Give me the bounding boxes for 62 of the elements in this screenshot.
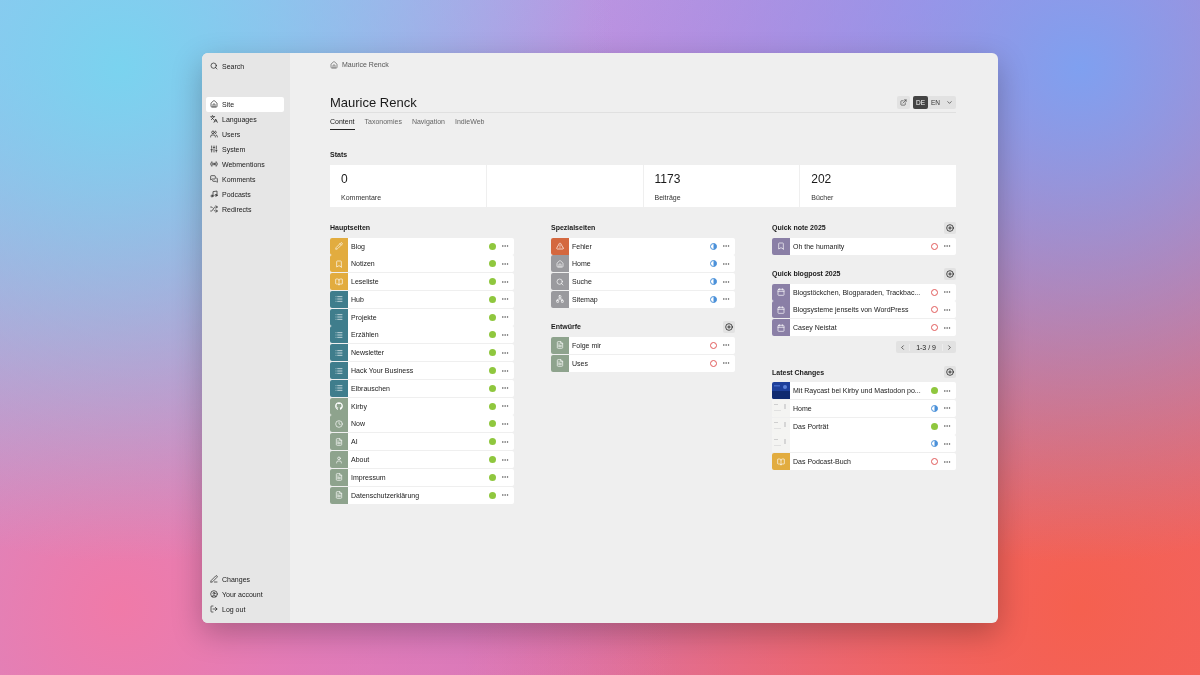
calendar-icon [777, 323, 785, 332]
book-icon [335, 277, 343, 286]
pen-icon [210, 575, 218, 583]
shuffle-icon [210, 205, 218, 213]
list-icon [335, 313, 343, 322]
plus-icon [946, 223, 954, 232]
book-icon [777, 457, 785, 466]
languages-icon [210, 115, 218, 123]
stat-value: 202 [811, 172, 833, 185]
bookmark-icon [335, 259, 343, 268]
list-icon [335, 384, 343, 393]
home-icon [210, 100, 218, 108]
ellipsis-icon [501, 331, 509, 339]
page-icon [335, 473, 343, 482]
add-button[interactable] [944, 366, 956, 379]
sliders-icon [210, 145, 218, 153]
search-icon [556, 277, 564, 286]
users-icon [210, 130, 218, 138]
search-icon [210, 62, 218, 70]
stat-value: 1173 [654, 172, 682, 185]
ellipsis-icon [501, 242, 509, 250]
add-button[interactable] [723, 320, 735, 333]
page-heading: Maurice Renck [330, 94, 417, 110]
list-icon [335, 348, 343, 357]
pencil-icon [335, 242, 343, 250]
ellipsis-icon [943, 440, 951, 448]
broadcast-icon [210, 160, 218, 168]
home-icon [556, 259, 564, 268]
list-icon [335, 295, 343, 304]
ellipsis-icon [722, 242, 730, 250]
add-button[interactable] [944, 267, 956, 280]
external-link-icon [899, 98, 907, 106]
list-icon [335, 366, 343, 375]
github-icon [335, 402, 343, 411]
music-note-icon [210, 190, 218, 198]
calendar-icon [777, 305, 785, 314]
page-icon [556, 359, 564, 368]
account-icon [210, 590, 218, 598]
plus-icon [946, 269, 954, 278]
clock-icon [335, 419, 343, 428]
ellipsis-icon [943, 242, 951, 250]
add-button[interactable] [944, 221, 956, 234]
messages-icon [210, 175, 218, 183]
caret-icon[interactable] [946, 98, 953, 106]
plus-icon [725, 322, 733, 331]
logout-icon [210, 605, 218, 613]
stat-value: 0 [341, 172, 349, 185]
ellipsis-icon [943, 288, 951, 296]
open-external-button[interactable] [896, 95, 910, 109]
warning-icon [556, 242, 564, 250]
page-icon [556, 341, 564, 350]
sitemap-icon [556, 295, 564, 304]
list-icon [335, 331, 343, 339]
bookmark-icon [777, 242, 785, 250]
calendar-icon [777, 288, 785, 296]
plus-icon [946, 368, 954, 377]
page-icon [335, 491, 343, 500]
page-icon [335, 437, 343, 446]
home-icon [330, 60, 338, 69]
chevron-left-icon [899, 343, 907, 351]
user-icon [335, 455, 343, 464]
chevron-right-icon [946, 343, 953, 351]
